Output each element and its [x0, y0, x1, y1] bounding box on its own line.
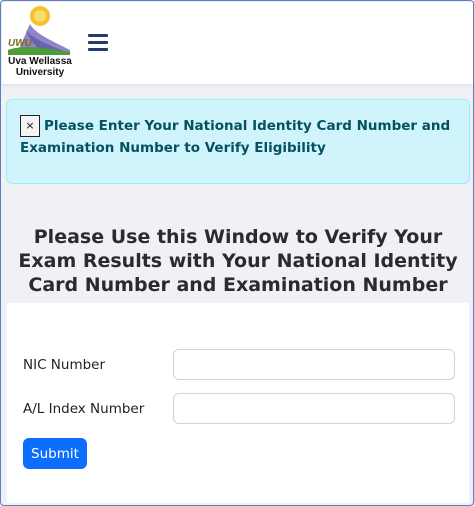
university-logo[interactable]: UWU Uva Wellassa University: [6, 4, 72, 82]
logo-abbreviation: UWU: [8, 38, 32, 49]
eligibility-alert: × Please Enter Your National Identity Ca…: [6, 99, 470, 184]
page-heading: Please Use this Window to Verify Your Ex…: [18, 226, 458, 296]
logo-name-line-2: University: [15, 67, 65, 78]
logo-name-line-1: Uva Wellassa: [8, 56, 72, 67]
nic-input[interactable]: [173, 349, 455, 380]
page-frame: UWU Uva Wellassa University × Please Ent…: [0, 0, 474, 506]
header-bar: UWU Uva Wellassa University: [2, 2, 473, 84]
nic-label: NIC Number: [23, 357, 106, 373]
hamburger-icon[interactable]: [88, 32, 110, 52]
verify-form-card: NIC Number A/L Index Number Submit: [7, 303, 469, 503]
index-label: A/L Index Number: [23, 401, 145, 417]
index-input[interactable]: [173, 393, 455, 424]
submit-button[interactable]: Submit: [23, 438, 87, 469]
logo-university-name: Uva Wellassa University: [6, 56, 74, 78]
alert-message: Please Enter Your National Identity Card…: [20, 118, 451, 156]
